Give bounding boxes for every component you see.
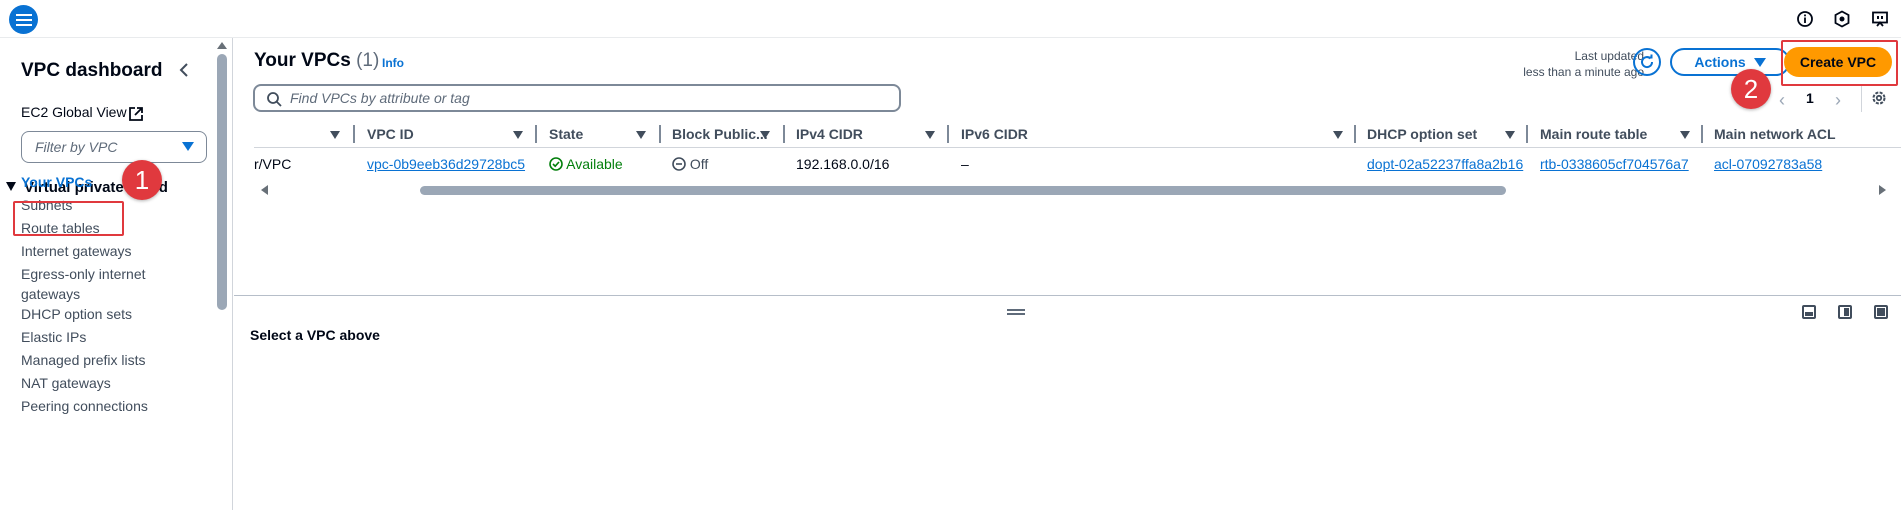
column-resizer[interactable] [535, 125, 537, 143]
page-title: Your VPCs (1) [254, 50, 379, 72]
sort-icon[interactable] [1505, 131, 1515, 139]
refresh-button[interactable] [1633, 48, 1661, 76]
info-icon[interactable] [1795, 9, 1815, 29]
table-header: VPC ID State Block Public... IPv4 CIDR I… [254, 124, 1901, 148]
top-navigation-bar [0, 0, 1901, 38]
split-panel-empty-message: Select a VPC above [250, 327, 380, 343]
table-row[interactable]: r/VPC vpc-0b9eeb36d29728bc5 Available Of… [254, 156, 1901, 178]
page-title-text: Your VPCs [254, 50, 351, 71]
split-panel-side-icon[interactable] [1838, 305, 1852, 319]
filter-placeholder: Filter by VPC [35, 139, 118, 155]
step-badge-1: 1 [122, 160, 162, 200]
column-header-main-route-table[interactable]: Main route table [1540, 126, 1647, 142]
last-updated-label: Last updated [1574, 49, 1644, 63]
highlight-create-vpc [1781, 40, 1898, 86]
sort-icon[interactable] [330, 131, 340, 139]
sidebar-item-dhcp-option-sets[interactable]: DHCP option sets [21, 304, 191, 324]
cell-vpc-id-link[interactable]: vpc-0b9eeb36d29728bc5 [367, 156, 525, 172]
sort-icon[interactable] [1333, 131, 1343, 139]
cell-block-public: Off [672, 156, 708, 172]
split-panel-resize-handle[interactable] [1007, 309, 1025, 315]
last-updated-value: less than a minute ago [1523, 65, 1644, 79]
sort-icon[interactable] [760, 131, 770, 139]
hexagon-settings-icon[interactable] [1832, 9, 1852, 29]
search-input[interactable]: Find VPCs by attribute or tag [253, 84, 901, 112]
external-link-icon[interactable] [128, 106, 144, 122]
column-header-vpc-id[interactable]: VPC ID [367, 126, 414, 142]
scroll-up-arrow-icon[interactable] [217, 42, 227, 49]
vpc-count: (1) [356, 50, 380, 71]
table-horizontal-scrollbar[interactable] [420, 186, 1506, 195]
column-header-state[interactable]: State [549, 126, 583, 142]
column-resizer[interactable] [1526, 125, 1528, 143]
state-text: Available [566, 156, 623, 172]
sort-icon[interactable] [1680, 131, 1690, 139]
actions-label: Actions [1694, 54, 1746, 70]
sidebar-item-egress-only-internet-gateways[interactable]: Egress-only internet gateways [21, 264, 171, 304]
sort-icon[interactable] [513, 131, 523, 139]
cell-main-route-table-link[interactable]: rtb-0338605cf704576a7 [1540, 156, 1689, 172]
search-icon [267, 92, 282, 107]
cell-dhcp-option-set-link[interactable]: dopt-02a52237ffa8a2b16 [1367, 156, 1523, 172]
column-header-dhcp-option-set[interactable]: DHCP option set [1367, 126, 1477, 142]
column-resizer[interactable] [1701, 125, 1703, 143]
column-resizer[interactable] [659, 125, 661, 143]
sidebar-scrollbar[interactable] [217, 54, 227, 310]
cell-state: Available [549, 156, 623, 172]
column-resizer[interactable] [353, 125, 355, 143]
caret-down-icon [182, 142, 194, 151]
refresh-icon [1641, 54, 1654, 69]
split-panel-bottom-icon[interactable] [1802, 305, 1816, 319]
block-public-text: Off [689, 156, 709, 172]
caret-down-icon [1753, 57, 1766, 67]
actions-button[interactable]: Actions [1670, 48, 1790, 76]
cell-main-network-acl-link[interactable]: acl-07092783a58 [1714, 156, 1900, 172]
cell-ipv6-cidr: – [961, 156, 969, 172]
page-number[interactable]: 1 [1806, 90, 1814, 106]
collapse-sidebar-icon[interactable] [174, 60, 194, 80]
column-header-main-network-acl[interactable]: Main network ACL [1714, 126, 1890, 142]
next-page-icon[interactable]: › [1835, 90, 1841, 111]
feedback-icon[interactable] [1870, 9, 1890, 29]
previous-page-icon[interactable]: ‹ [1779, 90, 1785, 111]
check-circle-icon [549, 157, 563, 171]
divider [1861, 86, 1862, 112]
gear-icon[interactable] [1870, 89, 1890, 109]
column-header-ipv4-cidr[interactable]: IPv4 CIDR [796, 126, 863, 142]
sort-icon[interactable] [925, 131, 935, 139]
column-resizer[interactable] [947, 125, 949, 143]
last-updated: Last updated less than a minute ago [1484, 48, 1644, 80]
menu-icon[interactable] [9, 5, 38, 34]
sidebar-item-nat-gateways[interactable]: NAT gateways [21, 373, 191, 393]
search-placeholder: Find VPCs by attribute or tag [290, 90, 470, 106]
sidebar-item-elastic-ips[interactable]: Elastic IPs [21, 327, 191, 347]
column-resizer[interactable] [1354, 125, 1356, 143]
side-navigation: VPC dashboard EC2 Global View Filter by … [0, 38, 233, 510]
ec2-global-view-link[interactable]: EC2 Global View [21, 104, 127, 120]
sort-icon[interactable] [636, 131, 646, 139]
sidebar-item-peering-connections[interactable]: Peering connections [21, 396, 191, 416]
cell-name: r/VPC [254, 156, 292, 172]
caret-down-icon [6, 182, 16, 191]
cell-ipv4-cidr: 192.168.0.0/16 [796, 156, 890, 172]
step-badge-2: 2 [1731, 69, 1771, 109]
scroll-right-arrow-icon[interactable] [1879, 185, 1886, 195]
split-panel-divider [234, 295, 1901, 296]
split-panel-full-icon[interactable] [1874, 305, 1888, 319]
info-link[interactable]: Info [382, 56, 404, 70]
sidebar-item-internet-gateways[interactable]: Internet gateways [21, 241, 191, 261]
minus-circle-icon [672, 157, 686, 171]
column-resizer[interactable] [783, 125, 785, 143]
scroll-left-arrow-icon[interactable] [261, 185, 268, 195]
main-content: Your VPCs (1) Info Last updated less tha… [234, 38, 1901, 510]
sidebar-title: VPC dashboard [21, 60, 163, 81]
column-header-block-public[interactable]: Block Public... [672, 126, 768, 142]
column-header-ipv6-cidr[interactable]: IPv6 CIDR [961, 126, 1028, 142]
filter-by-vpc-select[interactable]: Filter by VPC [21, 131, 207, 163]
highlight-your-vpcs [13, 201, 124, 236]
sidebar-item-your-vpcs[interactable]: Your VPCs [21, 172, 191, 192]
sidebar-item-managed-prefix-lists[interactable]: Managed prefix lists [21, 350, 191, 370]
